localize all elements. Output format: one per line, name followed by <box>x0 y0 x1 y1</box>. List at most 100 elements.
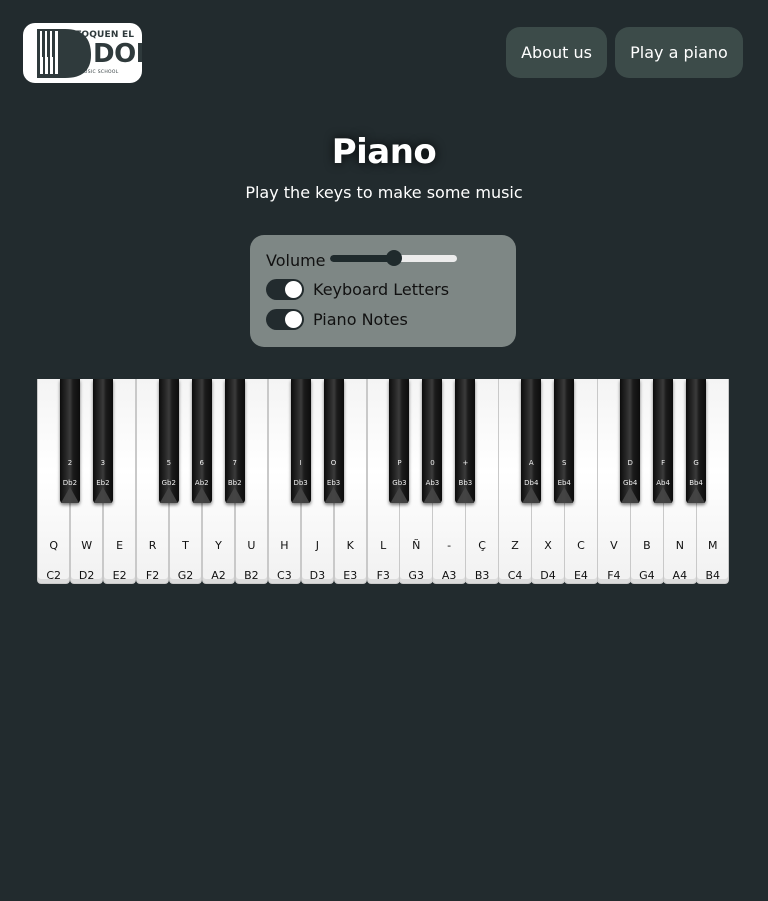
logo-small-text: MUSIC SCHOOL <box>80 70 119 75</box>
white-key-note: G2 <box>177 569 194 582</box>
white-key-letter: L <box>380 539 387 552</box>
black-key[interactable]: 7 Bb2 <box>224 379 245 503</box>
white-key-letter: J <box>315 539 319 552</box>
black-key-note: Gb3 <box>392 479 407 487</box>
black-key[interactable]: O Eb3 <box>323 379 344 503</box>
black-key-cap <box>654 487 673 503</box>
white-key-note: B3 <box>474 569 490 582</box>
black-key[interactable]: 0 Ab3 <box>422 379 443 503</box>
black-key-letter: 2 <box>67 459 73 467</box>
white-key-note: D3 <box>309 569 326 582</box>
black-key[interactable]: 2 Db2 <box>59 379 80 503</box>
white-key-letter: E <box>116 539 124 552</box>
keyboard-letters-label: Keyboard Letters <box>313 280 450 299</box>
black-key-letter: + <box>462 459 469 467</box>
black-key-note: Eb4 <box>557 479 571 487</box>
piano-notes-row: Piano Notes <box>266 309 408 330</box>
piano-keyboard: Q C2 W D2 E E2 R F2 T G2 Y A2 U B2 H C3 J D3 K E3 L F3 Ñ G3- A3 Ç… <box>37 379 730 584</box>
black-key-cap <box>555 487 574 503</box>
black-key-letter: F <box>661 459 666 467</box>
black-key-note: Db4 <box>524 479 539 487</box>
white-key-note: D4 <box>540 569 556 582</box>
white-key-letter: M <box>708 539 718 552</box>
white-key-note: E4 <box>573 569 588 582</box>
black-key-letter: G <box>693 459 699 467</box>
black-key[interactable]: G Bb4 <box>686 379 707 503</box>
black-key-letter: P <box>397 459 402 467</box>
page-title: Piano <box>331 132 437 172</box>
keyboard-letters-toggle[interactable] <box>266 279 304 300</box>
black-key-note: Bb4 <box>689 479 703 487</box>
white-key-note: A4 <box>672 569 688 582</box>
black-key-note: Bb2 <box>227 479 242 487</box>
controls-panel: Volume Keyboard Letters Piano Notes <box>250 235 516 347</box>
white-key-letter: U <box>247 539 256 552</box>
piano-notes-toggle[interactable] <box>266 309 304 330</box>
black-key-cap <box>687 487 706 503</box>
volume-slider-thumb[interactable] <box>385 250 402 266</box>
black-key-note: Gb2 <box>161 479 176 487</box>
white-key-note: F2 <box>145 569 160 582</box>
piano-notes-label: Piano Notes <box>313 310 408 329</box>
black-key-letter: A <box>528 459 534 467</box>
white-key-letter: R <box>148 539 157 552</box>
white-key-letter: Ñ <box>412 539 421 552</box>
black-key-cap <box>159 487 178 503</box>
black-key-note: Ab4 <box>656 479 670 487</box>
white-key-note: F4 <box>607 569 621 582</box>
page-subtitle: Play the keys to make some music <box>245 183 523 202</box>
black-key-note: Ab2 <box>194 479 209 487</box>
black-key-letter: 7 <box>232 459 237 467</box>
white-key-letter: Y <box>215 539 222 552</box>
white-key-letter: T <box>182 539 189 552</box>
black-key-cap <box>60 487 79 503</box>
black-key-cap <box>291 487 310 503</box>
black-key-note: Eb3 <box>326 479 341 487</box>
white-key-letter: W <box>81 539 93 552</box>
black-key[interactable]: F Ab4 <box>653 379 674 503</box>
black-key-cap <box>456 487 475 503</box>
logo[interactable]: TOQUEN EL DOM MUSIC SCHOOL <box>23 23 142 83</box>
black-key-letter: 6 <box>199 459 204 467</box>
black-key[interactable]: D Gb4 <box>620 379 641 503</box>
black-key-letter: 5 <box>166 459 172 467</box>
logo-big-text: DOM <box>93 39 142 69</box>
white-key-letter: K <box>346 539 354 552</box>
black-key[interactable]: + Bb3 <box>455 379 476 503</box>
white-key-letter: Ç <box>478 539 486 552</box>
volume-slider-fill <box>330 255 394 262</box>
black-key[interactable]: 6 Ab2 <box>191 379 212 503</box>
white-key-letter: Q <box>49 539 59 552</box>
black-key-note: Eb2 <box>96 479 110 487</box>
white-key-note: B4 <box>705 569 721 582</box>
black-key[interactable]: A Db4 <box>521 379 542 503</box>
black-key[interactable]: I Db3 <box>290 379 311 503</box>
white-key-letter: C <box>577 539 585 552</box>
white-key-note: C4 <box>507 569 523 582</box>
volume-slider[interactable] <box>330 250 457 266</box>
black-key-letter: I <box>299 459 302 467</box>
white-key-note: B2 <box>244 569 259 582</box>
play-piano-button[interactable]: Play a piano <box>615 27 743 78</box>
black-key-cap <box>225 487 244 503</box>
white-key-note: G4 <box>639 569 655 582</box>
white-key-note: G3 <box>408 569 424 582</box>
white-key-letter: Z <box>511 539 519 552</box>
black-key[interactable]: P Gb3 <box>389 379 410 503</box>
white-key-note: D2 <box>78 569 95 582</box>
black-key-note: Db2 <box>62 479 78 487</box>
black-key-letter: D <box>627 459 633 467</box>
black-key-cap <box>93 487 112 503</box>
black-key-letter: 0 <box>430 459 435 467</box>
white-key-note: E2 <box>112 569 127 582</box>
white-key-note: A2 <box>211 569 226 582</box>
black-key[interactable]: S Eb4 <box>554 379 575 503</box>
black-key[interactable]: 3 Eb2 <box>92 379 113 503</box>
about-us-button[interactable]: About us <box>506 27 607 78</box>
black-key[interactable]: 5 Gb2 <box>158 379 179 503</box>
white-key-letter: B <box>643 539 651 552</box>
black-key-cap <box>522 487 541 503</box>
white-key-letter: H <box>280 539 289 552</box>
white-key-note: F3 <box>376 569 390 582</box>
white-key-note: C2 <box>46 569 62 582</box>
